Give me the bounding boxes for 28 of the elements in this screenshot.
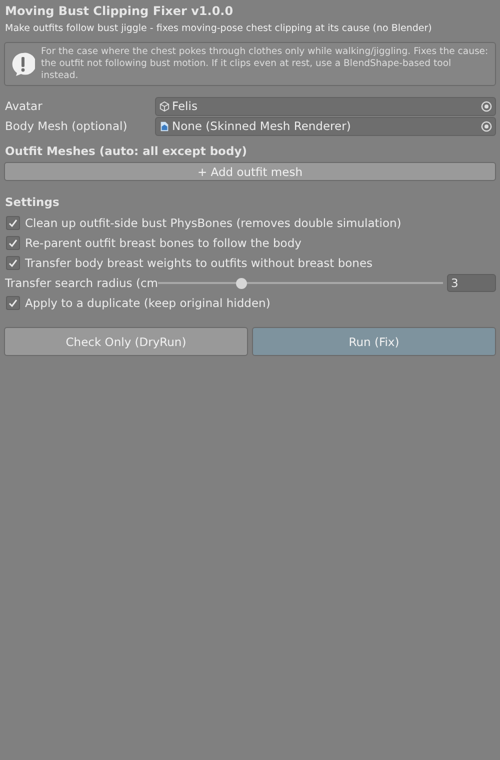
checkbox-label: Transfer body breast weights to outfits without breast bones [25,256,373,270]
window-title: Moving Bust Clipping Fixer v1.0.0 [4,4,234,18]
target-icon[interactable] [481,120,492,132]
cube-icon [159,100,170,112]
mesh-icon [159,120,170,132]
add-outfit-button[interactable]: + Add outfit mesh [4,162,496,181]
object-field[interactable]: Felis [155,96,496,116]
checkbox-label: Apply to a duplicate (keep original hidden) [25,296,270,310]
checkbox[interactable] [6,236,20,250]
action-button[interactable]: Run (Fix) [252,327,496,356]
checkbox[interactable] [6,216,20,230]
warning-icon [11,52,35,76]
action-button[interactable]: Check Only (DryRun) [4,327,248,356]
section-heading: Outfit Meshes (auto: all except body) [4,144,248,158]
number-field[interactable]: 3 [447,274,496,292]
section-heading: Settings [4,195,60,209]
checkbox[interactable] [6,296,20,310]
checkbox-label: Clean up outfit-side bust PhysBones (removes double simulation) [25,216,402,230]
target-icon[interactable] [481,100,492,112]
checkbox[interactable] [6,256,20,270]
checkbox-label: Re-parent outfit breast bones to follow the body [25,236,302,250]
slider-label: Transfer search radius (cm [4,276,158,290]
slider-thumb[interactable] [236,278,247,288]
field-label: Body Mesh (optional) [4,119,128,133]
object-field[interactable]: None (Skinned Mesh Renderer) [155,116,496,136]
field-label: Avatar [4,99,44,113]
info-text: For the case where the chest pokes through clothes only while walking/jiggling. Fixes the cause: the outfit not following bust motion. If it clips even at rest, use a BlendShape-based tool instead. [41,46,489,82]
subtitle: Make outfits follow bust jiggle - fixes moving-pose chest clipping at its cause (no Blender) [4,23,433,34]
